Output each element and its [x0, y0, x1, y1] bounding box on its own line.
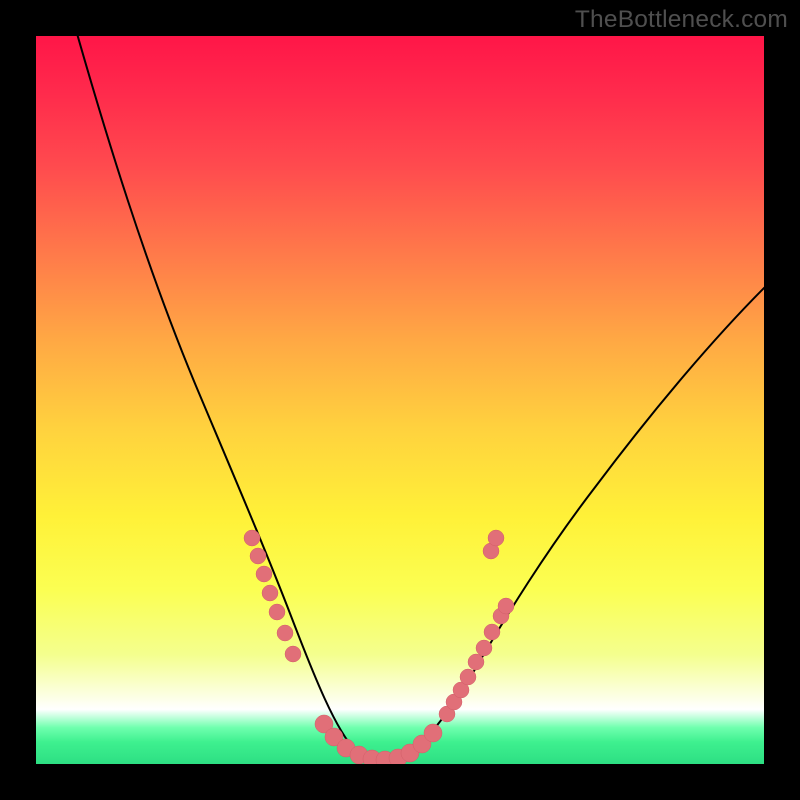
sample-marker — [484, 624, 500, 640]
sample-marker — [250, 548, 266, 564]
sample-marker — [269, 604, 285, 620]
sample-marker — [498, 598, 514, 614]
curve-layer — [36, 36, 764, 764]
sample-marker — [460, 669, 476, 685]
watermark-text: TheBottleneck.com — [575, 6, 788, 34]
sample-marker — [256, 566, 272, 582]
sample-marker — [488, 530, 504, 546]
sample-marker — [285, 646, 301, 662]
sample-marker — [244, 530, 260, 546]
bottleneck-curve — [72, 36, 764, 760]
chart-frame: TheBottleneck.com — [0, 0, 800, 800]
sample-marker — [476, 640, 492, 656]
sample-marker — [424, 724, 442, 742]
sample-marker — [277, 625, 293, 641]
sample-marker — [262, 585, 278, 601]
plot-area — [36, 36, 764, 764]
sample-marker — [468, 654, 484, 670]
